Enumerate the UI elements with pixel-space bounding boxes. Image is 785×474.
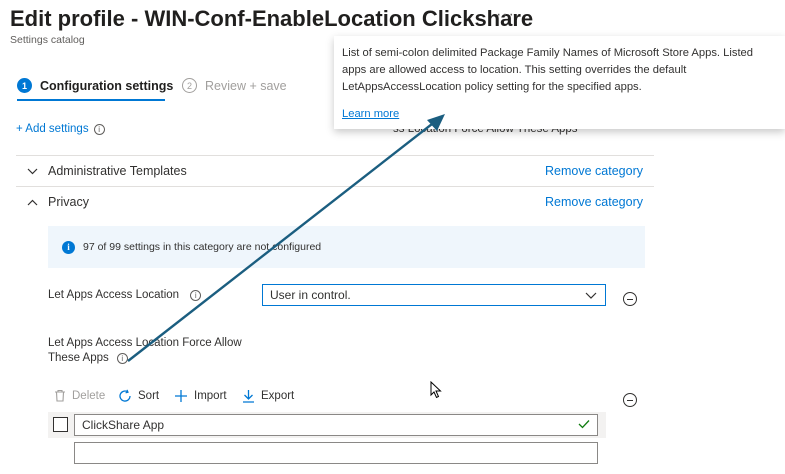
row-checkbox[interactable] <box>53 417 68 432</box>
download-icon <box>243 390 254 403</box>
app-name-input[interactable] <box>74 442 598 464</box>
add-settings-label: + Add settings <box>16 123 89 135</box>
setting-label-access-location: Let Apps Access Location i <box>48 288 202 303</box>
mouse-cursor-icon <box>430 381 442 399</box>
remove-category-link[interactable]: Remove category <box>545 164 643 178</box>
remove-setting-button[interactable] <box>623 393 637 407</box>
info-icon[interactable]: i <box>190 290 202 301</box>
page-subtitle: Settings catalog <box>10 34 85 46</box>
page-title: Edit profile - WIN-Conf-EnableLocation C… <box>10 6 534 31</box>
info-icon[interactable]: i <box>93 123 105 135</box>
info-filled-icon: i <box>62 240 75 254</box>
checkmark-icon <box>578 418 590 432</box>
sort-refresh-icon <box>119 389 131 402</box>
step-number-badge: 2 <box>182 78 197 93</box>
step-label: Review + save <box>205 78 287 93</box>
export-button[interactable]: Export <box>242 389 294 403</box>
delete-button[interactable]: Delete <box>54 389 105 402</box>
export-label: Export <box>261 390 295 402</box>
category-name: Privacy <box>48 195 89 209</box>
category-administrative-templates[interactable]: Administrative Templates Remove category <box>16 156 654 186</box>
step-number-badge: 1 <box>17 78 32 93</box>
category-name: Administrative Templates <box>48 164 187 178</box>
list-item: ClickShare App <box>48 412 606 438</box>
minus-icon <box>627 399 633 401</box>
setting-label-text: Let Apps Access Location Force Allow <box>48 337 242 349</box>
input-value: ClickShare App <box>82 418 165 432</box>
app-name-input[interactable]: ClickShare App <box>74 414 598 436</box>
setting-label-text: Let Apps Access Location <box>48 289 180 301</box>
remove-setting-button[interactable] <box>623 292 637 306</box>
dropdown-selected-value: User in control. <box>270 288 351 302</box>
step-review-save[interactable]: 2 Review + save <box>182 78 287 93</box>
setting-label-text: These Apps <box>48 352 109 364</box>
chevron-down-icon[interactable] <box>22 168 42 175</box>
more-options-button[interactable]: ··· <box>496 6 515 24</box>
chevron-up-icon[interactable] <box>22 199 42 206</box>
info-icon[interactable]: i <box>116 353 128 364</box>
plus-icon <box>175 390 187 402</box>
add-settings-link[interactable]: + Add settings i <box>16 123 105 135</box>
tooltip-description: List of semi-colon delimited Package Fam… <box>342 47 753 93</box>
active-step-indicator <box>17 99 165 101</box>
learn-more-link[interactable]: Learn more <box>342 108 399 120</box>
sort-button[interactable]: Sort <box>118 389 159 403</box>
trash-icon <box>55 389 65 402</box>
remove-category-link[interactable]: Remove category <box>545 195 643 209</box>
import-button[interactable]: Import <box>174 389 227 403</box>
import-label: Import <box>194 390 227 402</box>
setting-label-force-allow: Let Apps Access Location Force Allow The… <box>48 336 242 366</box>
step-configuration-settings[interactable]: 1 Configuration settings <box>17 78 173 93</box>
info-message-text: 97 of 99 settings in this category are n… <box>83 241 322 253</box>
list-item <box>48 440 606 466</box>
access-location-dropdown[interactable]: User in control. <box>262 284 606 306</box>
chevron-down-icon <box>585 289 597 303</box>
info-message-bar: i 97 of 99 settings in this category are… <box>48 226 645 268</box>
minus-icon <box>627 298 633 300</box>
delete-label: Delete <box>72 389 106 402</box>
step-label: Configuration settings <box>40 78 174 93</box>
setting-tooltip: List of semi-colon delimited Package Fam… <box>334 36 785 129</box>
sort-label: Sort <box>138 390 160 402</box>
category-privacy[interactable]: Privacy Remove category <box>16 187 654 217</box>
